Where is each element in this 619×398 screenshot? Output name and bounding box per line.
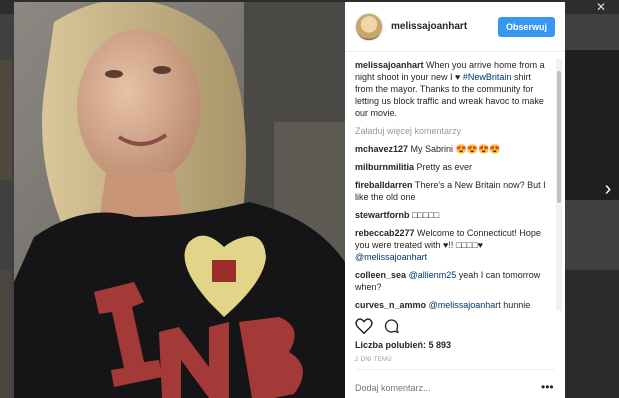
mention-link[interactable]: @allienm25 [409,270,457,280]
post-actions [355,318,400,338]
comment-username[interactable]: colleen_sea [355,270,406,280]
post-details-panel: melissajoanhart Obserwuj melissajoanhart… [345,2,565,398]
next-arrow-icon[interactable]: › [599,178,617,200]
comment-text: □□□□□ [409,210,440,220]
heart-icon[interactable] [355,318,373,338]
comment-item: rebeccab2277 Welcome to Connecticut! Hop… [355,227,547,263]
more-options-icon[interactable]: ••• [541,380,554,394]
comment-item: mchavez127 My Sabrini 😍😍😍😍 [355,143,547,155]
scrollbar-thumb[interactable] [557,71,561,203]
post-photo-image [14,2,345,398]
background-thumbnail [565,270,619,398]
divider [355,369,555,370]
post-header: melissajoanhart Obserwuj [345,2,565,52]
comment-icon[interactable] [383,318,400,338]
comments-list[interactable]: melissajoanhart When you arrive home fro… [345,59,557,311]
comment-item: stewartfornb □□□□□ [355,209,547,221]
post-photo [14,2,345,398]
caption: melissajoanhart When you arrive home fro… [355,59,547,119]
mention-link[interactable]: @melissajoanhart [429,300,501,310]
comment-username[interactable]: curves_n_ammo [355,300,426,310]
follow-button[interactable]: Obserwuj [497,16,555,37]
comment-item: colleen_sea @allienm25 yeah I can tomorr… [355,269,547,293]
comment-username[interactable]: fireballdarren [355,180,413,190]
comment-username[interactable]: melissajoanhart [355,60,424,70]
comment-item: fireballdarren There's a New Britain now… [355,179,547,203]
background-thumbnail [0,270,12,398]
post-author-username[interactable]: melissajoanhart [391,21,498,32]
hashtag-link[interactable]: #NewBritain [463,72,512,82]
close-icon[interactable]: ✕ [596,0,606,14]
comment-item: curves_n_ammo @melissajoanhart hunnie yo… [355,299,547,311]
comment-username[interactable]: stewartfornb [355,210,410,220]
mention-link[interactable]: @melissajoanhart [355,252,427,262]
add-comment-input[interactable] [355,383,525,393]
avatar[interactable] [355,12,383,41]
likes-count[interactable]: Liczba polubień: 5 893 [355,340,451,350]
comment-username[interactable]: rebeccab2277 [355,228,415,238]
comment-text: Pretty as ever [414,162,473,172]
comment-username[interactable]: milburnmilitia [355,162,414,172]
comment-username[interactable]: mchavez127 [355,144,408,154]
comment-item: milburnmilitia Pretty as ever [355,161,547,173]
load-more-comments[interactable]: Załaduj więcej komentarzy [355,125,547,137]
background-thumbnail [0,60,12,180]
comments-scrollbar[interactable] [556,59,562,311]
post-timestamp[interactable]: 2 DNI TEMU [355,357,392,363]
comment-text: My Sabrini 😍😍😍😍 [408,144,501,154]
